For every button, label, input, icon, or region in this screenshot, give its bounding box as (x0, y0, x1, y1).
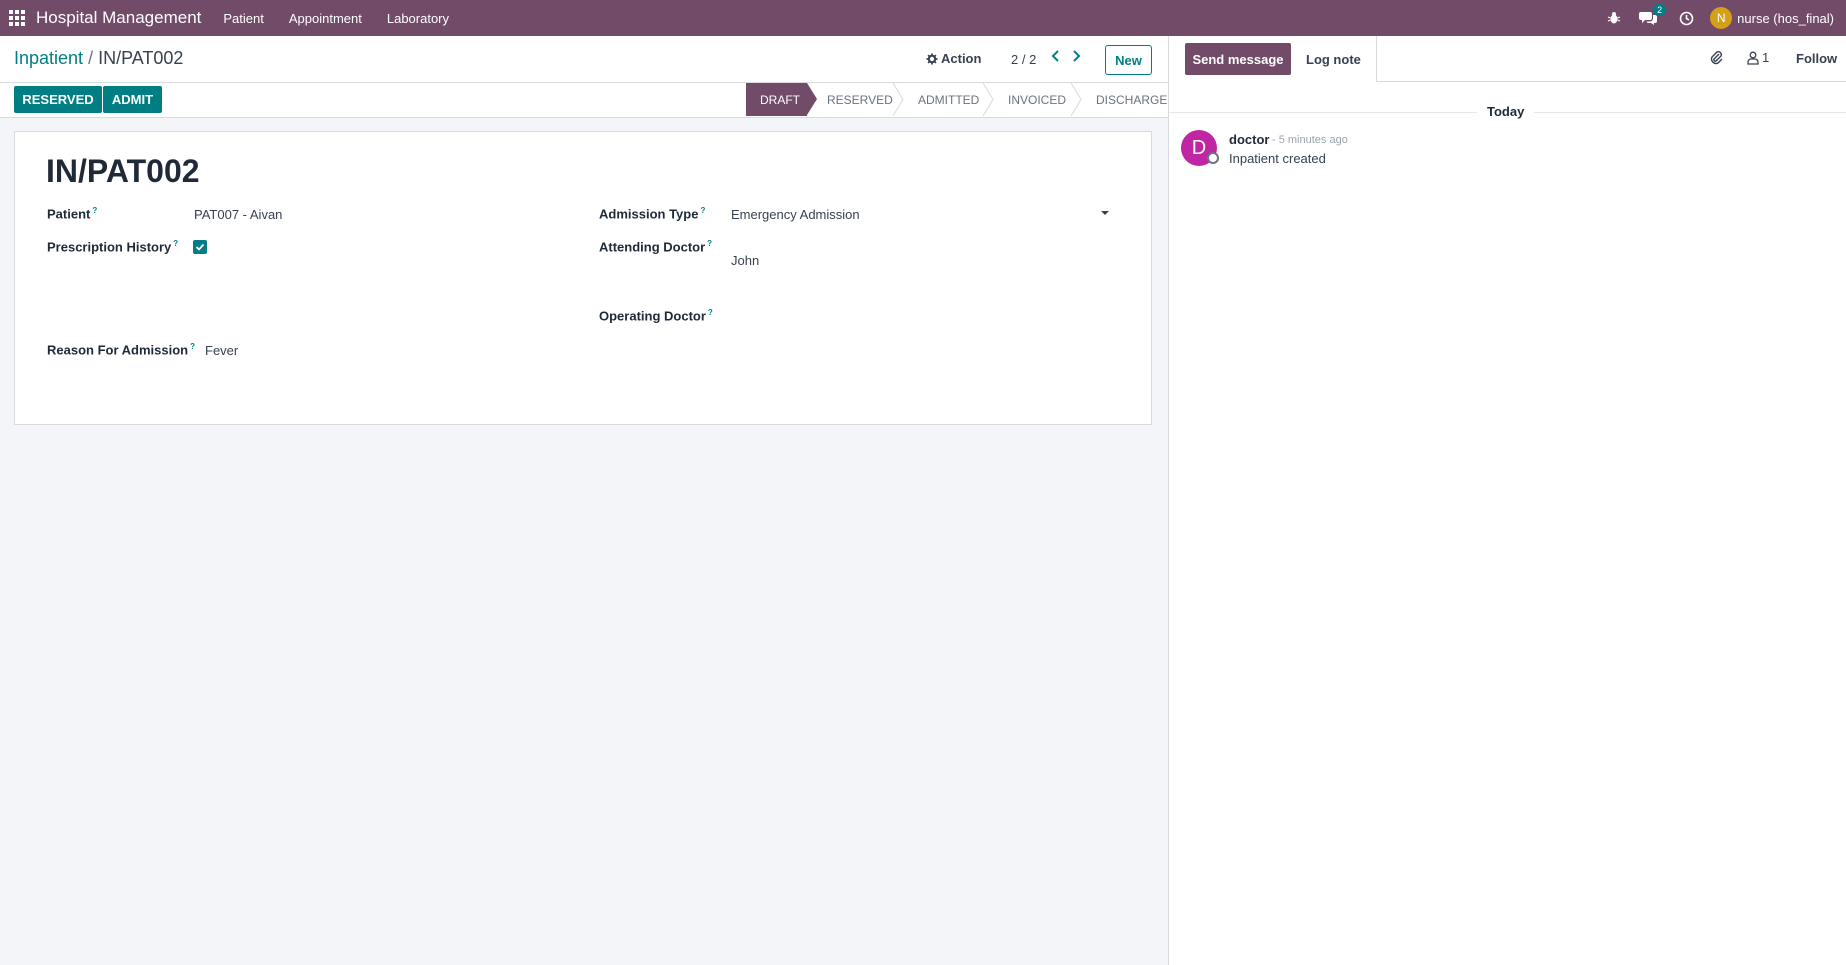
reason-for-admission-field[interactable]: Fever (205, 343, 238, 358)
message-time: - 5 minutes ago (1272, 134, 1348, 146)
help-icon[interactable]: ? (707, 239, 712, 248)
prescription-history-label-text: Prescription History (47, 239, 172, 255)
messages-badge: 2 (1653, 4, 1667, 16)
day-separator-label: Today (1477, 104, 1535, 119)
bug-icon[interactable] (1604, 8, 1624, 28)
chatter-panel: Send message Log note 1 Follow Today D d… (1168, 36, 1846, 965)
new-button[interactable]: New (1105, 45, 1152, 75)
reserved-button[interactable]: RESERVED (14, 86, 102, 113)
user-avatar[interactable]: N (1710, 7, 1733, 29)
stage-pipeline: DRAFT RESERVED ADMITTED INVOICED DISCHAR… (746, 83, 1168, 118)
stage-discharge-label: DISCHARGE (1096, 92, 1168, 107)
gear-icon (926, 53, 938, 64)
top-navbar: Hospital Management Patient Appointment … (0, 0, 1846, 36)
stage-draft-label: DRAFT (760, 92, 800, 107)
menu-laboratory[interactable]: Laboratory (387, 11, 449, 26)
chatter-topbar: Send message Log note 1 Follow (1169, 36, 1846, 82)
apps-menu-icon[interactable] (0, 0, 34, 36)
help-icon[interactable]: ? (190, 342, 195, 351)
tabs-underline (1376, 81, 1846, 82)
prescription-history-label: Prescription History? (47, 239, 178, 254)
paperclip-icon[interactable] (1709, 49, 1723, 65)
admit-button[interactable]: ADMIT (103, 86, 162, 113)
stage-admitted[interactable]: ADMITTED (898, 83, 994, 116)
breadcrumb: Inpatient / IN/PAT002 (14, 48, 183, 69)
tabs-divider (1376, 36, 1377, 82)
user-menu[interactable]: nurse (hos_final) (1737, 11, 1834, 26)
attending-doctor-label: Attending Doctor? (599, 239, 712, 254)
menu-appointment[interactable]: Appointment (289, 11, 362, 26)
send-message-button[interactable]: Send message (1185, 43, 1291, 75)
help-icon[interactable]: ? (700, 206, 705, 215)
reason-for-admission-label: Reason For Admission? (47, 342, 195, 357)
control-panel: Inpatient / IN/PAT002 Action 2 / 2 New (0, 36, 1168, 83)
attending-doctor-field[interactable]: John (731, 253, 759, 268)
stage-invoiced[interactable]: INVOICED (988, 83, 1082, 116)
help-icon[interactable]: ? (173, 239, 178, 248)
breadcrumb-current: IN/PAT002 (98, 48, 184, 68)
stage-draft[interactable]: DRAFT (746, 83, 817, 116)
pager-value[interactable]: 2 / 2 (1011, 52, 1036, 67)
help-icon[interactable]: ? (92, 206, 97, 215)
help-icon[interactable]: ? (708, 308, 713, 317)
menu-patient[interactable]: Patient (223, 11, 263, 26)
followers-button[interactable]: 1 (1747, 50, 1769, 65)
caret-down-icon[interactable] (1101, 211, 1109, 215)
follow-button[interactable]: Follow (1796, 51, 1837, 66)
record-title: IN/PAT002 (46, 153, 200, 189)
stage-reserved[interactable]: RESERVED (807, 83, 904, 116)
stage-reserved-label: RESERVED (827, 92, 893, 107)
reason-for-admission-label-text: Reason For Admission (47, 342, 189, 358)
followers-count: 1 (1762, 50, 1770, 65)
admission-type-select[interactable]: Emergency Admission (731, 207, 1111, 222)
app-brand[interactable]: Hospital Management (36, 8, 201, 28)
message-author[interactable]: doctor (1229, 132, 1269, 147)
action-button[interactable]: Action (926, 51, 981, 66)
stage-invoiced-label: INVOICED (1008, 92, 1067, 107)
messages-icon[interactable]: 2 (1638, 4, 1667, 28)
check-icon (195, 243, 205, 251)
clock-icon[interactable] (1676, 8, 1696, 28)
operating-doctor-label-text: Operating Doctor (599, 308, 706, 324)
chevron-left-icon[interactable] (1051, 50, 1060, 62)
message-body: Inpatient created (1229, 151, 1326, 166)
stage-admitted-label: ADMITTED (918, 92, 980, 107)
prescription-history-checkbox[interactable] (193, 240, 207, 254)
breadcrumb-separator: / (88, 48, 94, 68)
patient-label: Patient? (47, 206, 97, 221)
breadcrumb-inpatient[interactable]: Inpatient (14, 48, 83, 68)
attending-doctor-label-text: Attending Doctor (599, 239, 706, 255)
presence-status-icon (1207, 152, 1219, 164)
admission-type-label: Admission Type? (599, 206, 705, 221)
operating-doctor-label: Operating Doctor? (599, 308, 713, 323)
patient-field[interactable]: PAT007 - Aivan (194, 207, 282, 222)
statusbar: RESERVED ADMIT DRAFT RESERVED ADMITTED I… (0, 83, 1168, 118)
admission-type-label-text: Admission Type (599, 206, 699, 222)
chevron-right-icon[interactable] (1072, 50, 1081, 62)
patient-label-text: Patient (47, 206, 91, 222)
action-label: Action (941, 51, 982, 66)
log-note-button[interactable]: Log note (1306, 52, 1361, 67)
stage-discharge[interactable]: DISCHARGE (1076, 83, 1168, 116)
user-icon (1747, 51, 1759, 65)
